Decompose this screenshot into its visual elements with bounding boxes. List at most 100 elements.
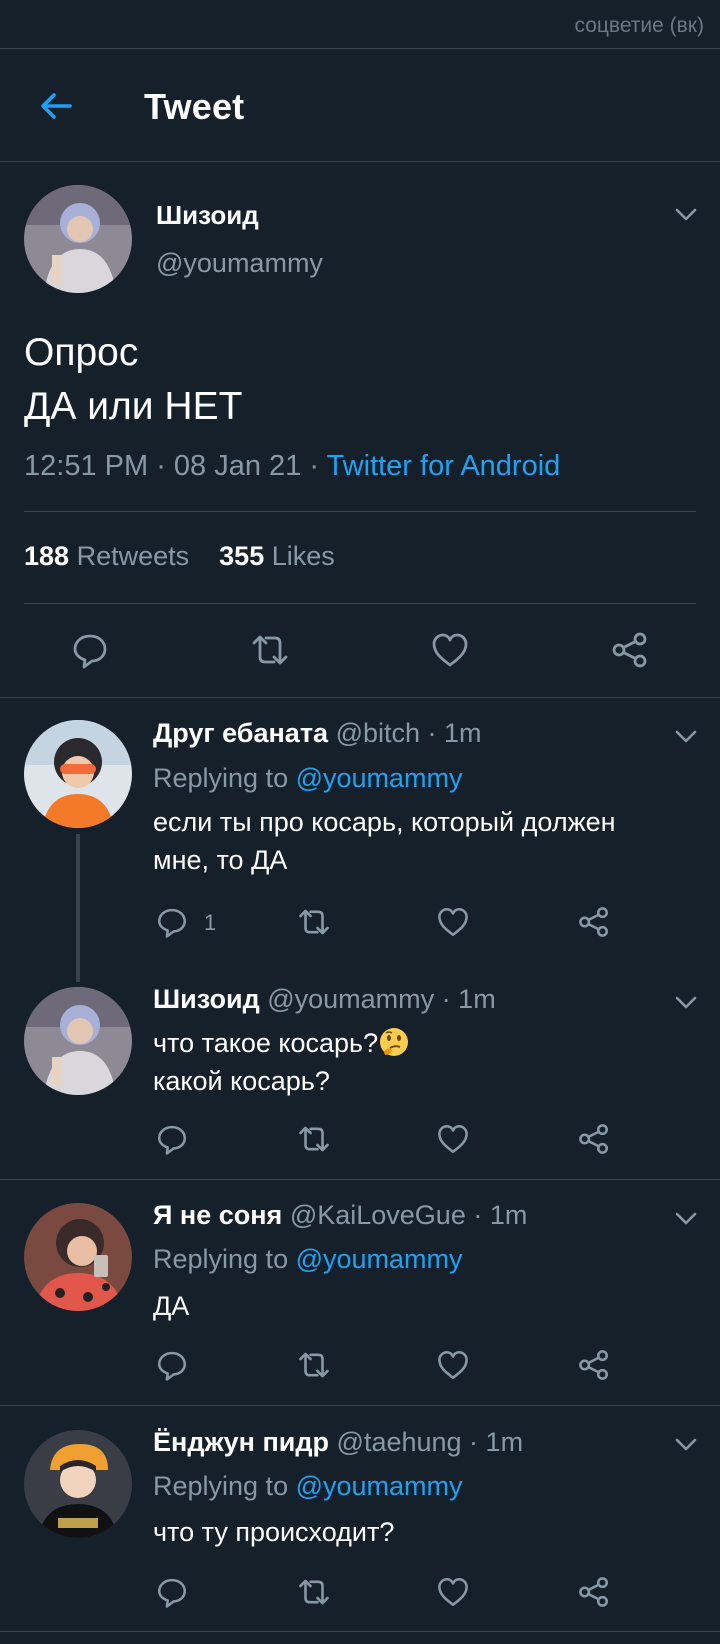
top-divider bbox=[0, 48, 720, 49]
speech-bubble-icon bbox=[157, 1578, 187, 1608]
avatar[interactable] bbox=[24, 1203, 132, 1311]
speech-bubble-icon bbox=[157, 1351, 187, 1381]
watermark-text: соцветие (вк) bbox=[574, 14, 704, 37]
share-button[interactable] bbox=[577, 905, 611, 939]
tweet-meta: 12:51 PM · 08 Jan 21 · Twitter for Andro… bbox=[24, 450, 560, 483]
tweet-time: 12:51 PM bbox=[24, 450, 149, 482]
author-name[interactable]: Шизоид bbox=[156, 200, 259, 231]
reply-author-handle[interactable]: @youmammy bbox=[267, 984, 434, 1014]
avatar[interactable] bbox=[24, 720, 132, 828]
retweet-button[interactable] bbox=[250, 630, 290, 670]
arrow-left-icon bbox=[41, 93, 72, 119]
reply-author-handle[interactable]: @bitch bbox=[336, 718, 420, 748]
replying-prefix: Replying to bbox=[153, 1471, 296, 1501]
like-button[interactable] bbox=[436, 1575, 470, 1609]
back-button[interactable] bbox=[36, 86, 76, 126]
share-button[interactable] bbox=[577, 1575, 611, 1609]
reply-button[interactable] bbox=[70, 630, 110, 670]
more-options-button[interactable] bbox=[674, 207, 698, 223]
reply-button[interactable] bbox=[155, 1348, 189, 1382]
share-button[interactable] bbox=[610, 630, 650, 670]
likes-label: Likes bbox=[271, 541, 335, 571]
header-divider bbox=[0, 161, 720, 162]
share-icon bbox=[612, 632, 647, 668]
replying-to-link[interactable]: @youmammy bbox=[296, 1244, 463, 1274]
retweet-icon bbox=[252, 635, 288, 665]
reply-text-line: ДА bbox=[153, 1291, 190, 1321]
meta-separator: · bbox=[148, 450, 174, 482]
share-icon bbox=[579, 1350, 609, 1380]
reply-author-name[interactable]: Друг ебаната bbox=[153, 718, 328, 748]
like-button[interactable] bbox=[436, 905, 470, 939]
meta-separator: · bbox=[301, 450, 327, 482]
meta-separator: · bbox=[461, 1427, 486, 1457]
tweet-stats: 188 Retweets 355 Likes bbox=[24, 541, 335, 572]
reply-text: что такое косарь? какой косарь? bbox=[153, 1024, 410, 1100]
tweet-text: Опрос ДА или НЕТ bbox=[24, 326, 242, 434]
heart-icon bbox=[438, 907, 468, 937]
thread-line bbox=[76, 834, 80, 982]
avatar[interactable] bbox=[24, 185, 132, 293]
tweet-date: 08 Jan 21 bbox=[173, 450, 302, 482]
more-options-button[interactable] bbox=[674, 729, 698, 745]
retweet-button[interactable] bbox=[297, 1348, 331, 1382]
reply-author-handle[interactable]: @taehung bbox=[337, 1427, 462, 1457]
speech-bubble-icon bbox=[157, 1125, 187, 1155]
avatar[interactable] bbox=[24, 1430, 132, 1538]
replying-to: Replying to @youmammy bbox=[153, 763, 463, 794]
chevron-down-icon bbox=[675, 730, 697, 743]
speech-bubble-icon bbox=[73, 634, 107, 669]
reply-text-line: если ты про косарь, который должен bbox=[153, 807, 616, 837]
share-icon bbox=[579, 1577, 609, 1607]
retweet-button[interactable] bbox=[297, 905, 331, 939]
like-button[interactable] bbox=[436, 1122, 470, 1156]
more-options-button[interactable] bbox=[674, 1437, 698, 1453]
chevron-down-icon bbox=[675, 996, 697, 1009]
heart-icon bbox=[438, 1124, 468, 1154]
avatar[interactable] bbox=[24, 987, 132, 1095]
reply-button[interactable] bbox=[155, 905, 189, 939]
heart-icon bbox=[432, 633, 468, 667]
share-icon bbox=[579, 907, 609, 937]
reply-author-name[interactable]: Ёнджун пидр bbox=[153, 1427, 329, 1457]
more-options-button[interactable] bbox=[674, 995, 698, 1011]
reply-text-line: что такое косарь? bbox=[153, 1024, 410, 1062]
reply-button[interactable] bbox=[155, 1575, 189, 1609]
like-button[interactable] bbox=[430, 630, 470, 670]
share-button[interactable] bbox=[577, 1348, 611, 1382]
retweets-label: Retweets bbox=[76, 541, 190, 571]
replying-to: Replying to @youmammy bbox=[153, 1244, 463, 1275]
replying-to-link[interactable]: @youmammy bbox=[296, 1471, 463, 1501]
reply-author-name[interactable]: Я не соня bbox=[153, 1200, 282, 1230]
tweet-source-link[interactable]: Twitter for Android bbox=[327, 450, 561, 482]
more-options-button[interactable] bbox=[674, 1211, 698, 1227]
heart-icon bbox=[438, 1577, 468, 1607]
chevron-down-icon bbox=[675, 1212, 697, 1225]
likes-stat[interactable]: 355 Likes bbox=[219, 541, 335, 571]
reply-text-content: что такое косарь? bbox=[153, 1028, 379, 1058]
reply-time: 1m bbox=[444, 718, 482, 748]
reply-time: 1m bbox=[458, 984, 496, 1014]
retweet-button[interactable] bbox=[297, 1575, 331, 1609]
thinking-face-emoji bbox=[380, 1028, 409, 1056]
meta-separator: · bbox=[434, 984, 459, 1014]
retweet-icon bbox=[299, 1126, 329, 1152]
reply-divider bbox=[0, 1631, 720, 1632]
reply-author-name[interactable]: Шизоид bbox=[153, 984, 260, 1014]
retweet-button[interactable] bbox=[297, 1122, 331, 1156]
reply-button[interactable] bbox=[155, 1122, 189, 1156]
tweet-text-line: ДА или НЕТ bbox=[24, 385, 243, 428]
reply-text: что ту происходит? bbox=[153, 1513, 394, 1551]
share-button[interactable] bbox=[577, 1122, 611, 1156]
retweets-stat[interactable]: 188 Retweets bbox=[24, 541, 189, 571]
reply-time: 1m bbox=[489, 1200, 528, 1230]
author-handle[interactable]: @youmammy bbox=[156, 248, 323, 279]
reply-text: ДА bbox=[153, 1287, 189, 1325]
tweet-text-line: Опрос bbox=[24, 331, 139, 374]
like-button[interactable] bbox=[436, 1348, 470, 1382]
retweet-icon bbox=[299, 1352, 329, 1378]
reply-time: 1m bbox=[485, 1427, 524, 1457]
reply-text-line: мне, то ДА bbox=[153, 845, 288, 875]
reply-author-handle[interactable]: @KaiLoveGue bbox=[290, 1200, 466, 1230]
replying-to-link[interactable]: @youmammy bbox=[296, 763, 463, 793]
